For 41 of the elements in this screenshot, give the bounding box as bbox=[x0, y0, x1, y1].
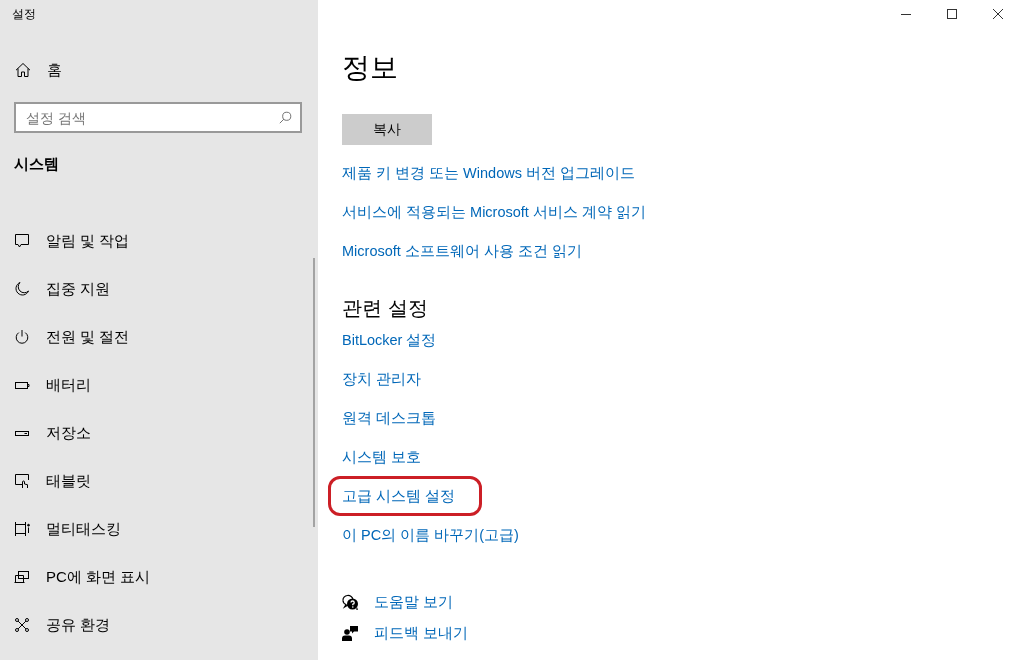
link[interactable]: 장치 관리자 bbox=[342, 369, 422, 389]
section-title: 시스템 bbox=[14, 154, 59, 174]
link[interactable]: 원격 데스크톱 bbox=[342, 408, 437, 428]
close-icon bbox=[993, 9, 1003, 19]
scrollbar-thumb[interactable] bbox=[313, 258, 315, 527]
window-title: 설정 bbox=[12, 6, 36, 22]
search-field[interactable]: 설정 검색 bbox=[14, 102, 302, 133]
monitor-icon bbox=[14, 569, 30, 585]
link[interactable]: 시스템 보호 bbox=[342, 447, 422, 467]
moon-icon bbox=[14, 281, 30, 297]
page-title: 정보 bbox=[342, 51, 398, 85]
person-speech-icon bbox=[342, 625, 358, 641]
home-icon bbox=[15, 62, 31, 78]
link[interactable]: Microsoft 소프트웨어 사용 조건 읽기 bbox=[342, 241, 582, 261]
copy-button[interactable]: 복사 bbox=[342, 114, 432, 145]
speech-bubble-icon bbox=[14, 233, 30, 249]
sidebar-item[interactable]: 멀티태스킹 bbox=[0, 505, 312, 553]
tablet-touch-icon bbox=[14, 473, 30, 489]
sidebar-item[interactable]: 전원 및 절전 bbox=[0, 313, 312, 361]
link[interactable]: 고급 시스템 설정 bbox=[342, 486, 456, 506]
sidebar-item[interactable]: 집중 지원 bbox=[0, 265, 312, 313]
power-icon bbox=[14, 329, 30, 345]
multitasking-icon bbox=[14, 521, 30, 537]
link[interactable]: BitLocker 설정 bbox=[342, 330, 437, 350]
sidebar-item[interactable]: 공유 환경 bbox=[0, 601, 312, 649]
section-heading: 관련 설정 bbox=[342, 296, 428, 321]
sidebar-item[interactable]: 알림 및 작업 bbox=[0, 217, 312, 265]
link[interactable]: 서비스에 적용되는 Microsoft 서비스 계약 읽기 bbox=[342, 202, 646, 222]
search-icon[interactable] bbox=[279, 111, 292, 124]
link[interactable]: 제품 키 변경 또는 Windows 버전 업그레이드 bbox=[342, 163, 635, 183]
link[interactable]: 이 PC의 이름 바꾸기(고급) bbox=[342, 525, 519, 545]
sidebar-item[interactable]: 저장소 bbox=[0, 409, 312, 457]
home-button[interactable]: 홈 bbox=[0, 46, 312, 94]
maximize-icon bbox=[947, 9, 957, 19]
help-link[interactable]: 도움말 보기 bbox=[342, 592, 469, 612]
sidebar-item[interactable]: PC에 화면 표시 bbox=[0, 553, 312, 601]
help-link[interactable]: 피드백 보내기 bbox=[342, 623, 469, 643]
help-bubbles-icon bbox=[342, 594, 358, 610]
sidebar-item[interactable]: 배터리 bbox=[0, 361, 312, 409]
sidebar-item[interactable]: 태블릿 bbox=[0, 457, 312, 505]
share-nodes-icon bbox=[14, 617, 30, 633]
